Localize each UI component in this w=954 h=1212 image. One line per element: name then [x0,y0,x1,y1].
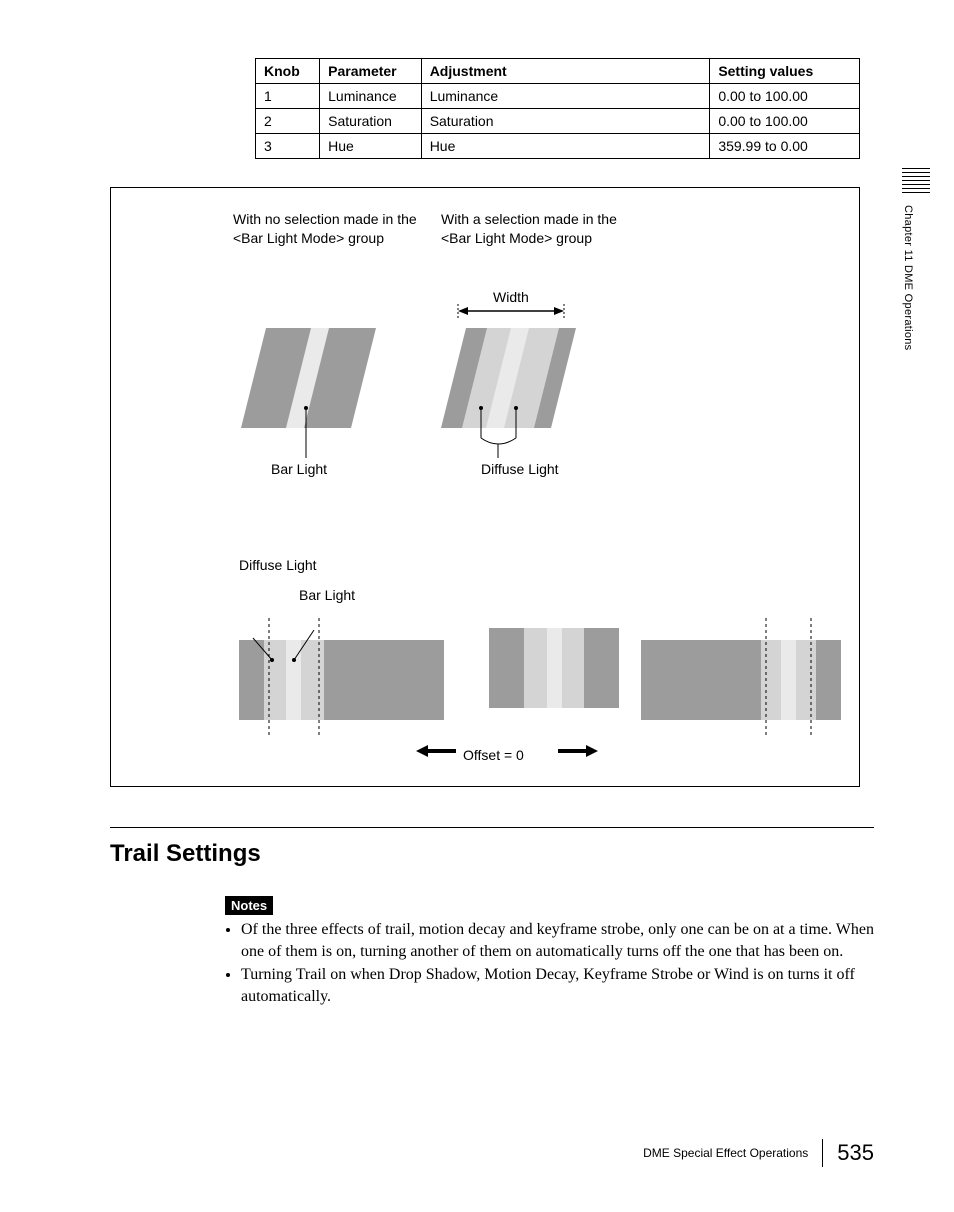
notes-badge: Notes [225,896,273,915]
table-row: 2 Saturation Saturation 0.00 to 100.00 [256,109,860,134]
th-setting: Setting values [710,59,860,84]
section-heading: Trail Settings [110,827,874,868]
figure-with-selection-icon [441,328,576,458]
thumb-lines-icon [902,168,930,193]
footer-divider [822,1139,823,1167]
th-adjustment: Adjustment [421,59,710,84]
arrow-right-icon [558,743,598,759]
diffuse-light-label: Diffuse Light [239,556,317,575]
bar-light-caption: Bar Light [271,460,327,479]
notes-list: Of the three effects of trail, motion de… [225,919,874,1007]
list-item: Of the three effects of trail, motion de… [241,919,874,962]
no-selection-label: With no selection made in the <Bar Light… [233,210,433,248]
table-row: 1 Luminance Luminance 0.00 to 100.00 [256,84,860,109]
with-selection-label: With a selection made in the <Bar Light … [441,210,641,248]
table-row: 3 Hue Hue 359.99 to 0.00 [256,134,860,159]
th-knob: Knob [256,59,320,84]
bar-light-label: Bar Light [299,586,355,605]
diffuse-light-caption: Diffuse Light [481,460,559,479]
figure-no-selection-icon [241,328,376,458]
footer-text: DME Special Effect Operations [643,1146,808,1160]
page-number: 535 [837,1140,874,1166]
figure-offset-zero-icon [489,618,619,728]
figure-offset-left-icon [239,618,449,738]
width-arrow-icon [456,304,566,318]
list-item: Turning Trail on when Drop Shadow, Motio… [241,964,874,1007]
offset-label: Offset = 0 [463,746,524,765]
thumb-index: Chapter 11 DME Operations [902,168,930,350]
arrow-left-icon [416,743,456,759]
parameter-table: Knob Parameter Adjustment Setting values… [255,58,860,159]
figure-offset-right-icon [641,618,846,738]
diagram-container: With no selection made in the <Bar Light… [110,187,860,787]
page-footer: DME Special Effect Operations 535 [643,1139,874,1167]
chapter-label: Chapter 11 DME Operations [902,205,914,350]
th-parameter: Parameter [320,59,422,84]
